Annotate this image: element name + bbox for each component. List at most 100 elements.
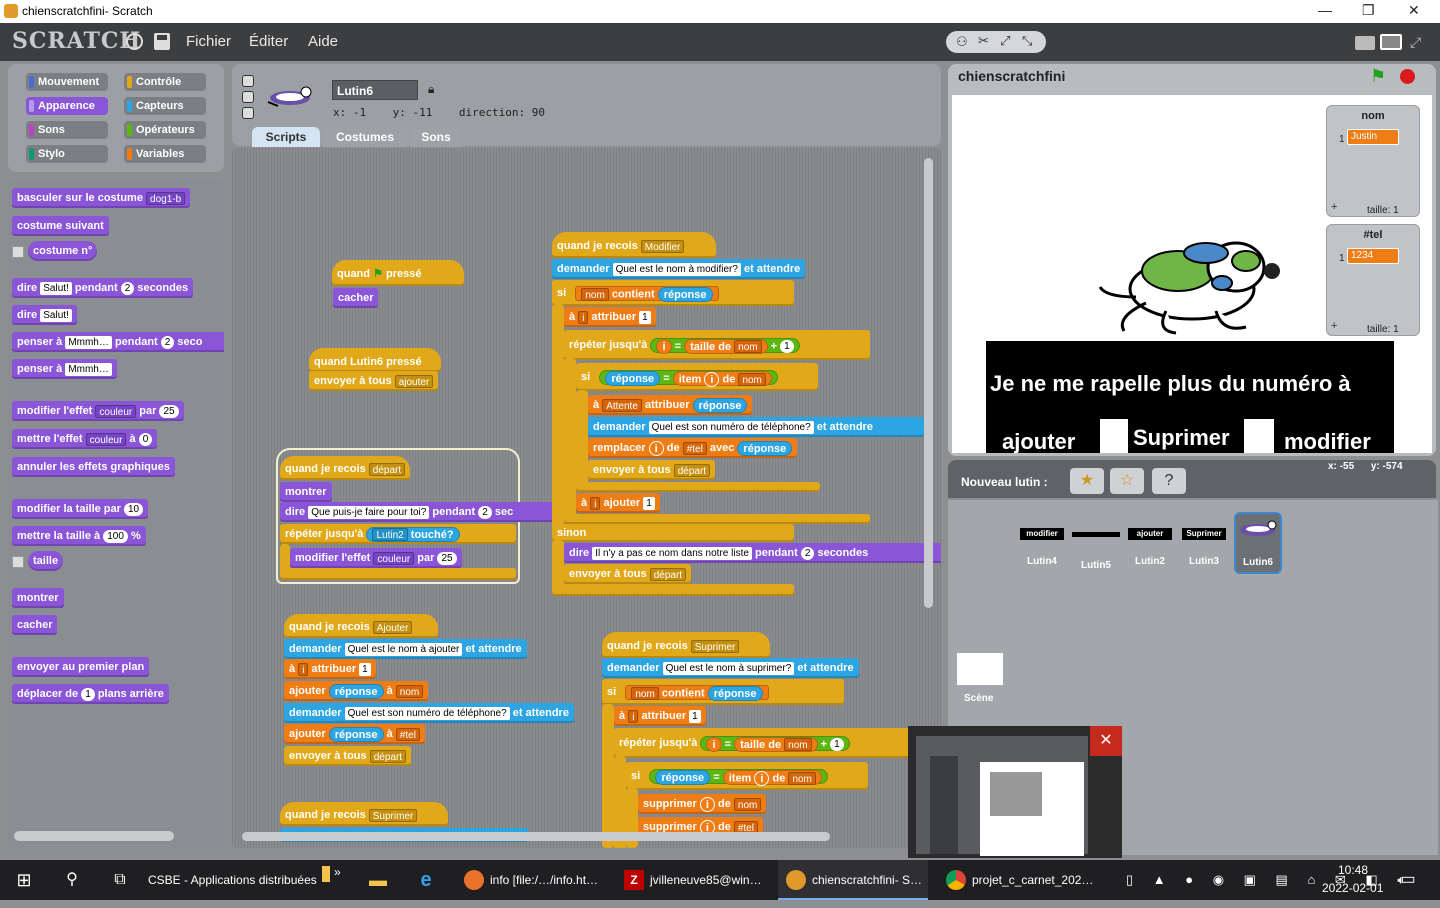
small-stage-icon[interactable] <box>1355 36 1375 50</box>
taskbar-item-filezilla[interactable]: Zjvilleneuve85@win… <box>620 860 770 900</box>
block-repeat-until-modify[interactable]: répéter jusqu'à i = taille de nom + 1 <box>564 330 870 360</box>
normal-stage-icon[interactable] <box>1380 34 1402 50</box>
block-ask-phone[interactable]: demander Quel est son numéro de téléphon… <box>284 703 574 723</box>
shrink-tool-icon[interactable]: ⤡ <box>1022 33 1032 49</box>
palette-switch-costume[interactable]: basculer sur le costume dog1-b <box>12 188 191 208</box>
search-icon[interactable]: ⚲ <box>50 860 94 900</box>
edge-icon[interactable]: e <box>414 860 438 900</box>
script-vscrollbar[interactable] <box>924 158 933 608</box>
close-button[interactable]: ✕ <box>1408 2 1420 19</box>
tab-costumes[interactable]: Costumes <box>323 127 407 147</box>
palette-size[interactable]: taille <box>28 551 64 571</box>
stage[interactable]: nom 1 Justin + taille: 1 #tel 1 1234 + t… <box>952 95 1432 453</box>
menu-fichier[interactable]: Fichier <box>186 33 231 50</box>
checkbox-costume-no[interactable] <box>12 246 24 258</box>
palette-scrollbar[interactable] <box>14 831 174 841</box>
block-ask-delete[interactable]: demander Quel est le nom à suprimer? et … <box>602 658 859 678</box>
random-sprite-button[interactable]: ? <box>1152 468 1186 494</box>
suprimer-button[interactable]: Suprimer <box>1133 425 1230 451</box>
block-ask-phone-modify[interactable]: demander Quel est son numéro de téléphon… <box>588 417 924 437</box>
hat-when-receive-suprimer[interactable]: quand je recois Suprimer <box>280 802 448 826</box>
palette-say[interactable]: dire Salut! <box>12 305 77 325</box>
windows-start-icon[interactable]: ⊞ <box>0 860 48 900</box>
list-item-value[interactable]: Justin <box>1347 129 1399 145</box>
list-add-button[interactable]: + <box>1331 320 1337 332</box>
scissors-tool-icon[interactable]: ✂ <box>978 33 989 49</box>
block-delete-nom[interactable]: supprimer i de nom <box>638 794 767 814</box>
block-broadcast-depart-modify[interactable]: envoyer à tous départ <box>588 460 716 480</box>
palette-hide[interactable]: cacher <box>12 615 58 635</box>
list-monitor-nom[interactable]: nom 1 Justin + taille: 1 <box>1326 105 1420 217</box>
hat-when-receive-ajouter[interactable]: quand je recois Ajouter <box>284 614 438 638</box>
rotate-style-icon[interactable] <box>242 75 254 87</box>
block-replace-item[interactable]: remplacer i de #tel avec réponse <box>588 438 798 458</box>
block-repeat-until[interactable]: répéter jusqu'à Lutin2 touché? <box>280 524 516 544</box>
hat-when-receive-suprimer-2[interactable]: quand je recois Suprimer <box>602 632 770 658</box>
hat-when-receive-modifier[interactable]: quand je recois Modifier <box>552 232 716 258</box>
block-if[interactable]: si réponse = item i de nom <box>576 363 818 391</box>
palette-change-size[interactable]: modifier la taille par 10 <box>12 499 149 519</box>
grow-tool-icon[interactable]: ⤢ <box>1000 33 1010 49</box>
block-change-effect[interactable]: modifier l'effet couleur par 25 <box>290 548 462 568</box>
block-show[interactable]: montrer <box>280 482 332 502</box>
category-variables[interactable]: Variables <box>124 145 206 163</box>
block-say-for[interactable]: dire Que puis-je faire pour toi? pendant… <box>280 502 560 522</box>
block-ask-modify[interactable]: demander Quel est le nom à modifier? et … <box>552 259 806 279</box>
block-if-delete[interactable]: si nom contient réponse <box>602 679 844 705</box>
hat-when-flag[interactable]: quand ⚑ pressé <box>332 260 464 286</box>
taskbar-item-csbe[interactable]: CSBE - Applications distribuées <box>148 860 317 900</box>
palette-change-effect[interactable]: modifier l'effet couleur par 25 <box>12 401 184 421</box>
sprite-lutin3[interactable]: Suprimer Lutin3 <box>1180 528 1228 567</box>
category-apparence[interactable]: Apparence <box>26 97 108 115</box>
globe-icon[interactable] <box>126 33 143 50</box>
block-change-i[interactable]: à i ajouter 1 <box>576 493 660 513</box>
stamp-tool-icon[interactable]: ⚇ <box>956 34 968 50</box>
taskbar-item-scratch[interactable]: chienscratchfini- S… <box>778 860 928 900</box>
sprite-lutin2[interactable]: ajouter Lutin2 <box>1126 528 1174 567</box>
menu-aide[interactable]: Aide <box>308 33 338 50</box>
ajouter-button[interactable]: ajouter <box>1002 429 1075 453</box>
palette-set-size[interactable]: mettre la taille à 100 % <box>12 526 146 546</box>
menu-editer[interactable]: Éditer <box>249 33 288 50</box>
block-if-else[interactable]: si nom contient réponse <box>552 280 794 306</box>
paint-sprite-button[interactable]: ★ <box>1070 468 1104 494</box>
tab-scripts[interactable]: Scripts <box>252 127 320 147</box>
file-explorer-icon[interactable]: ▬ <box>366 860 390 900</box>
palette-go-front[interactable]: envoyer au premier plan <box>12 657 150 677</box>
maximize-button[interactable]: ❐ <box>1362 2 1375 19</box>
sprite-lutin5[interactable]: Lutin5 <box>1072 528 1120 571</box>
block-set-var[interactable]: à i attribuer 1 <box>284 659 376 679</box>
palette-go-back[interactable]: déplacer de 1 plans arrière <box>12 684 169 704</box>
block-hide[interactable]: cacher <box>333 288 379 308</box>
palette-set-effect[interactable]: mettre l'effet couleur à 0 <box>12 429 158 449</box>
stop-icon[interactable] <box>1400 69 1415 84</box>
block-add-to-tel[interactable]: ajouter réponse à #tel <box>284 724 425 744</box>
hat-when-sprite-clicked[interactable]: quand Lutin6 pressé <box>309 348 441 372</box>
scene-thumbnail[interactable] <box>957 653 1003 685</box>
block-else[interactable]: sinon <box>552 524 794 542</box>
palette-clear-effects[interactable]: annuler les effets graphiques <box>12 457 175 477</box>
save-icon[interactable] <box>154 33 170 50</box>
category-capteurs[interactable]: Capteurs <box>124 97 206 115</box>
palette-costume-no[interactable]: costume n° <box>28 241 98 261</box>
palette-show[interactable]: montrer <box>12 588 64 608</box>
no-rotate-icon[interactable] <box>242 107 254 119</box>
presentation-mode-icon[interactable]: ⤢ <box>1410 34 1421 51</box>
script-area[interactable]: quand ⚑ pressé cacher quand Lutin6 press… <box>232 148 941 848</box>
block-broadcast[interactable]: envoyer à tous ajouter <box>309 371 439 391</box>
costume-dropdown[interactable]: dog1-b <box>146 191 186 205</box>
taskbar-item-firefox[interactable]: info [file:/…/info.ht… <box>458 860 608 900</box>
palette-think[interactable]: penser à Mmmh… <box>12 359 117 379</box>
modifier-button[interactable]: modifier <box>1284 429 1371 453</box>
category-operateurs[interactable]: Opérateurs <box>124 121 206 139</box>
block-broadcast-depart[interactable]: envoyer à tous départ <box>284 746 412 766</box>
category-stylo[interactable]: Stylo <box>26 145 108 163</box>
import-sprite-button[interactable]: ☆ <box>1110 468 1144 494</box>
checkbox-size[interactable] <box>12 556 24 568</box>
palette-say-for[interactable]: dire Salut! pendant 2 secondes <box>12 278 194 298</box>
taskbar-preview[interactable]: ✕ <box>908 726 1122 858</box>
block-set-attente[interactable]: à Attente attribuer réponse <box>588 395 753 415</box>
hat-when-receive[interactable]: quand je recois départ <box>280 456 411 480</box>
palette-next-costume[interactable]: costume suivant <box>12 216 109 236</box>
preview-close-button[interactable]: ✕ <box>1090 726 1122 756</box>
